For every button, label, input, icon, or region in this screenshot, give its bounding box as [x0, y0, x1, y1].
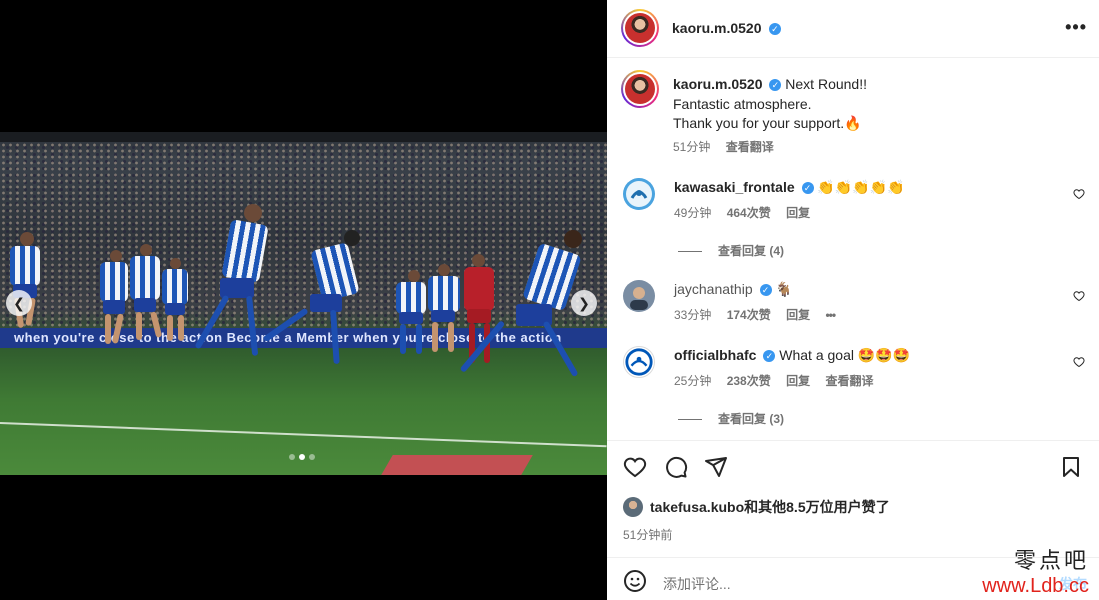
verified-badge-icon: ✓	[759, 284, 772, 297]
caption-username[interactable]: kaoru.m.0520	[673, 76, 763, 92]
comment-meta: 33分钟 174次赞 回复 •••	[674, 306, 847, 323]
bookmark-icon[interactable]	[1059, 455, 1083, 479]
comment-likes[interactable]: 238次赞	[727, 374, 771, 388]
avatar[interactable]	[623, 178, 655, 210]
stadium-roof	[0, 132, 607, 142]
heart-icon[interactable]	[1073, 188, 1085, 200]
comment-meta: 25分钟 238次赞 回复 查看翻译	[674, 372, 885, 389]
post-photo[interactable]: when you're close to the action Become a…	[0, 132, 607, 475]
verified-badge-icon: ✓	[763, 350, 776, 363]
emoji-icon[interactable]	[623, 569, 647, 593]
comment-time[interactable]: 25分钟	[674, 374, 711, 388]
action-bar: takefusa.kubo和其他8.5万位用户赞了 51分钟前	[607, 440, 1099, 558]
crowd-stand	[0, 142, 607, 328]
comment-time[interactable]: 49分钟	[674, 206, 711, 220]
post-caption: kaoru.m.0520 ✓ Next Round!! Fantastic at…	[673, 75, 1073, 157]
caption-line: Next Round!!	[785, 76, 867, 92]
verified-badge-icon: ✓	[769, 79, 782, 92]
comment-icon[interactable]	[664, 455, 688, 479]
chevron-right-icon: ❯	[578, 294, 590, 311]
verified-badge-icon: ✓	[801, 182, 814, 195]
watermark-title: 零点吧	[1013, 549, 1089, 574]
comment-likes[interactable]: 464次赞	[727, 206, 771, 220]
carousel-indicator	[289, 454, 315, 460]
translate-link[interactable]: 查看翻译	[726, 140, 774, 154]
ad-board-banner: when you're close to the action Become a…	[0, 328, 607, 348]
avatar[interactable]	[623, 280, 655, 312]
caption-meta: 51分钟 查看翻译	[673, 138, 1073, 158]
next-image-button[interactable]: ❯	[571, 290, 597, 316]
likes-summary[interactable]: takefusa.kubo和其他8.5万位用户赞了	[623, 497, 890, 517]
view-replies-button[interactable]: 查看回复 (4)	[678, 242, 784, 259]
comment-time[interactable]: 33分钟	[674, 308, 711, 322]
post-header: kaoru.m.0520 ✓ •••	[607, 0, 1099, 58]
reply-button[interactable]: 回复	[786, 374, 810, 388]
view-replies-label: 查看回复 (4)	[718, 244, 785, 258]
view-replies-label: 查看回复 (3)	[718, 412, 785, 426]
comment-text: 👏👏👏👏👏	[817, 179, 905, 195]
caption-line: Fantastic atmosphere.	[673, 95, 812, 112]
comment-username[interactable]: jaychanathip	[674, 281, 753, 297]
post-side-panel: kaoru.m.0520 ✓ ••• kaoru.m.0520 ✓ Next R…	[607, 0, 1099, 600]
avatar	[623, 497, 643, 517]
comment-more-icon[interactable]: •••	[825, 308, 836, 322]
carousel-dot	[309, 454, 315, 460]
caption-avatar[interactable]	[621, 70, 659, 108]
heart-icon[interactable]	[623, 455, 647, 479]
more-horizontal-icon[interactable]: •••	[1065, 17, 1087, 38]
likes-text: takefusa.kubo和其他8.5万位用户赞了	[650, 499, 890, 515]
comment-input[interactable]: 添加评论...	[663, 574, 731, 594]
divider-line	[678, 419, 702, 421]
comment-likes[interactable]: 174次赞	[727, 308, 771, 322]
pitch-line	[0, 422, 607, 448]
carousel-dot	[289, 454, 295, 460]
verified-badge-icon: ✓	[768, 22, 781, 35]
post-author-username[interactable]: kaoru.m.0520	[672, 20, 762, 36]
chevron-left-icon: ❮	[13, 294, 25, 311]
comment-username[interactable]: kawasaki_frontale	[674, 179, 795, 195]
caption-time[interactable]: 51分钟	[673, 140, 710, 154]
send-icon[interactable]	[704, 455, 728, 479]
avatar[interactable]	[623, 346, 655, 378]
divider-line	[678, 251, 702, 253]
heart-icon[interactable]	[1073, 356, 1085, 368]
comment-meta: 49分钟 464次赞 回复	[674, 204, 822, 221]
comment-text: What a goal 🤩🤩🤩	[779, 347, 911, 363]
post-timestamp[interactable]: 51分钟前	[623, 526, 672, 543]
corner-flag	[381, 455, 533, 475]
reply-button[interactable]: 回复	[786, 308, 810, 322]
watermark-url: www.Ldb.cc	[982, 575, 1089, 597]
caption-line: Thank you for your support.🔥	[673, 115, 862, 131]
comment-text: 🐐	[775, 281, 793, 297]
comment-username[interactable]: officialbhafc	[674, 347, 756, 363]
carousel-dot-active	[299, 454, 305, 460]
heart-icon[interactable]	[1073, 290, 1085, 302]
watermark: 零点吧 www.Ldb.cc	[982, 543, 1089, 598]
avatar[interactable]	[621, 9, 659, 47]
reply-button[interactable]: 回复	[786, 206, 810, 220]
view-replies-button[interactable]: 查看回复 (3)	[678, 410, 784, 427]
post-media: when you're close to the action Become a…	[0, 0, 607, 600]
translate-link[interactable]: 查看翻译	[825, 374, 873, 388]
prev-image-button[interactable]: ❮	[6, 290, 32, 316]
